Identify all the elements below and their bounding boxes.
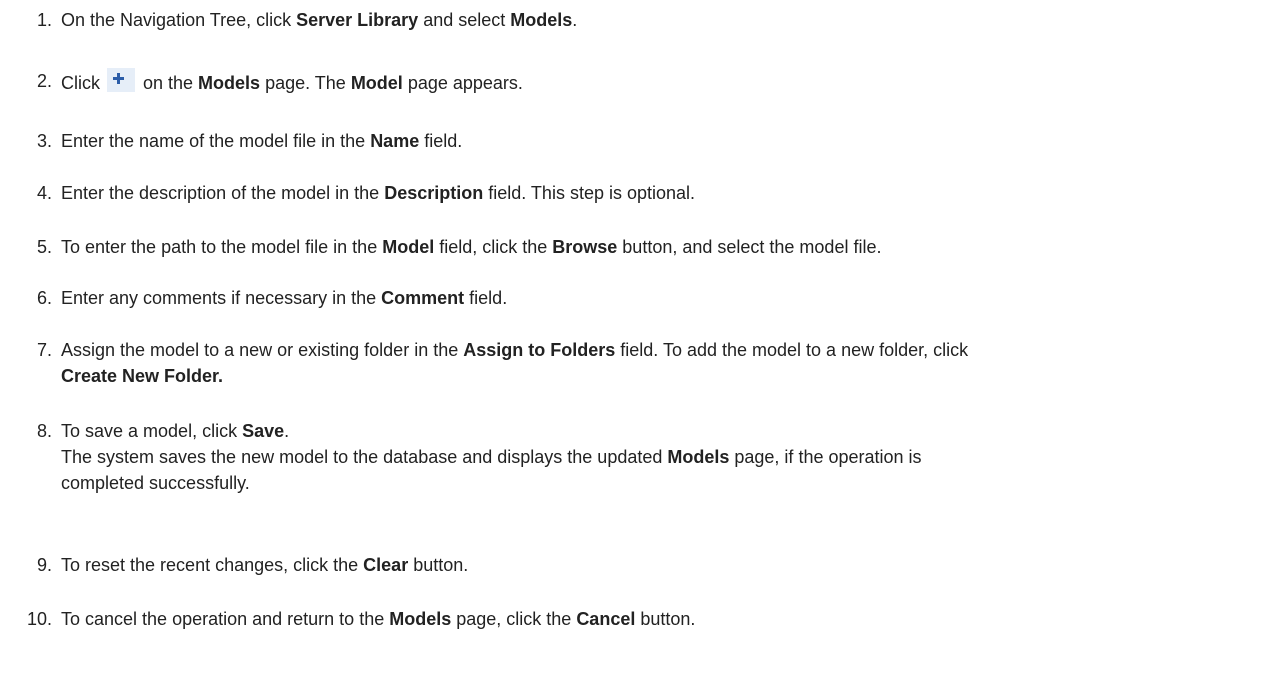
step-text-run: field.: [464, 288, 508, 308]
step-line: Enter any comments if necessary in the C…: [61, 285, 1271, 311]
step-text: To save a model, click Save. The system s…: [61, 418, 1271, 496]
step-number: 7.: [36, 340, 52, 360]
step-text: Enter the name of the model file in the …: [61, 128, 1271, 154]
step-text: On the Navigation Tree, click Server Lib…: [61, 7, 1271, 33]
step-line: Enter the name of the model file in the …: [61, 128, 1271, 154]
ui-term: Models: [198, 73, 261, 93]
step-number: 8.: [36, 421, 52, 441]
step-line: To cancel the operation and return to th…: [61, 606, 1271, 632]
step-text: To reset the recent changes, click the C…: [61, 552, 1271, 578]
step-text-run: Click: [61, 73, 105, 93]
step-text-run: page, if the operation is: [729, 447, 922, 467]
step-text-run: page. The: [260, 73, 351, 93]
step-text-run: Enter any comments if necessary in the: [61, 288, 382, 308]
step-number: 2.: [36, 71, 52, 91]
step-line: Click on the Models page. The Model page…: [61, 68, 1271, 96]
ui-term: Model: [382, 237, 435, 257]
step-text-run: button.: [635, 609, 696, 629]
step-text-run: .: [572, 10, 578, 30]
step-number: 1.: [36, 10, 52, 30]
step-number: 5.: [36, 237, 52, 257]
step-text-run: To cancel the operation and return to th…: [61, 609, 390, 629]
ui-term: Model: [350, 73, 403, 93]
ui-term: Description: [384, 183, 484, 203]
step-text-run: The system saves the new model to the da…: [61, 447, 668, 467]
add-icon[interactable]: [107, 68, 135, 92]
step-text-run: button.: [408, 555, 469, 575]
step-line: The system saves the new model to the da…: [61, 444, 1271, 470]
step-text-run: page appears.: [402, 73, 523, 93]
step-text-run: completed successfully.: [61, 473, 250, 493]
step-text-run: Enter the description of the model in th…: [61, 183, 385, 203]
step-number: 6.: [36, 288, 52, 308]
step-line: Enter the description of the model in th…: [61, 180, 1271, 206]
step-text-run: Enter the name of the model file in the: [61, 131, 371, 151]
ui-term: Models: [389, 609, 452, 629]
ui-term: Models: [510, 10, 573, 30]
step-text-run: on the: [138, 73, 199, 93]
step-text-run: page, click the: [451, 609, 577, 629]
step-text-run: and select: [418, 10, 511, 30]
ui-term: Save: [242, 421, 285, 441]
step-text: Enter the description of the model in th…: [61, 180, 1271, 206]
step-text-run: To enter the path to the model file in t…: [61, 237, 383, 257]
ui-term: Comment: [381, 288, 465, 308]
step-line: To enter the path to the model file in t…: [61, 234, 1271, 260]
step-text-run: button, and select the model file.: [617, 237, 882, 257]
ui-term: Clear: [363, 555, 409, 575]
ui-term: Name: [370, 131, 420, 151]
step-text: To cancel the operation and return to th…: [61, 606, 1271, 632]
step-number: 9.: [36, 555, 52, 575]
step-text: Enter any comments if necessary in the C…: [61, 285, 1271, 311]
step-line: On the Navigation Tree, click Server Lib…: [61, 7, 1271, 33]
step-text-run: To reset the recent changes, click the: [61, 555, 364, 575]
step-text-run: field. This step is optional.: [483, 183, 696, 203]
step-text-run: field.: [419, 131, 463, 151]
step-text-run: field, click the: [434, 237, 553, 257]
step-text-run: .: [284, 421, 290, 441]
ui-term: Models: [667, 447, 730, 467]
ui-term: Assign to Folders: [463, 340, 616, 360]
step-text-run: Assign the model to a new or existing fo…: [61, 340, 464, 360]
ui-term: Create New Folder.: [61, 366, 224, 386]
step-number: 4.: [36, 183, 52, 203]
ui-term: Server Library: [296, 10, 419, 30]
procedure-steps: 1. On the Navigation Tree, click Server L…: [0, 0, 1278, 685]
step-line: To reset the recent changes, click the C…: [61, 552, 1271, 578]
step-line: To save a model, click Save.: [61, 418, 1271, 444]
ui-term: Browse: [552, 237, 618, 257]
step-line: Create New Folder.: [61, 363, 1271, 389]
step-line: completed successfully.: [61, 470, 1271, 496]
ui-term: Cancel: [576, 609, 636, 629]
step-text-run: To save a model, click: [61, 421, 243, 441]
step-number: 3.: [36, 131, 52, 151]
step-text-run: field. To add the model to a new folder,…: [615, 340, 969, 360]
step-number: 10.: [26, 609, 52, 629]
step-text: Click on the Models page. The Model page…: [61, 68, 1271, 96]
step-line: Assign the model to a new or existing fo…: [61, 337, 1271, 363]
step-text: Assign the model to a new or existing fo…: [61, 337, 1271, 389]
step-text-run: On the Navigation Tree, click: [61, 10, 297, 30]
step-text: To enter the path to the model file in t…: [61, 234, 1271, 260]
